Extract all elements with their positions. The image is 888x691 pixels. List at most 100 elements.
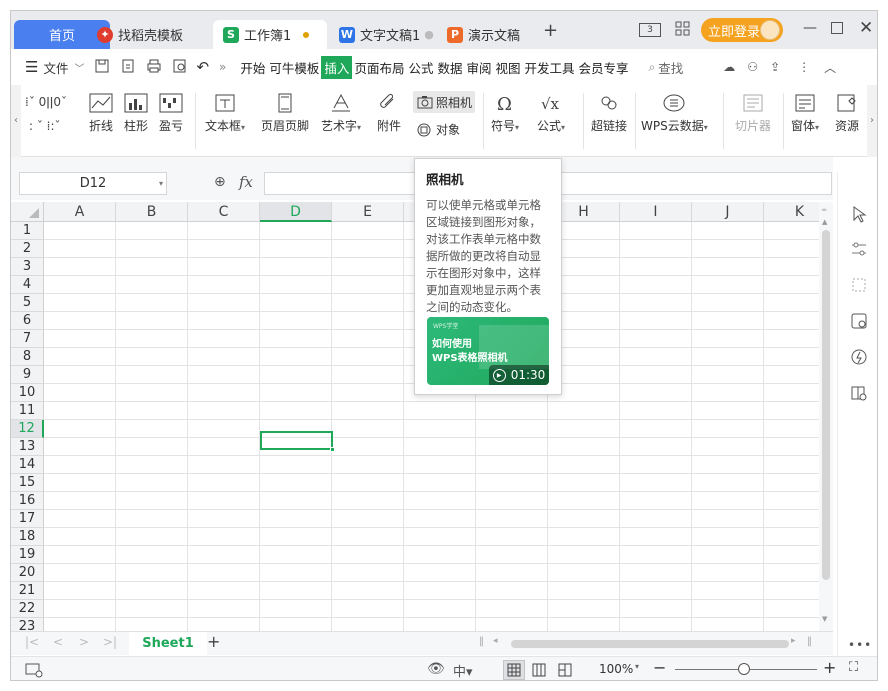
scroll-left-icon[interactable]: ◂	[493, 636, 498, 646]
menu-tab-start[interactable]: 开始	[238, 58, 267, 77]
column-header[interactable]: K	[764, 202, 819, 222]
sparkline-group-icon[interactable]: ⁞ˇ 0ǀǀ0ˇ	[25, 95, 67, 109]
row-header[interactable]: 19	[11, 546, 44, 564]
close-icon[interactable]: ●	[424, 28, 434, 41]
row-header[interactable]: 5	[11, 294, 44, 312]
search-icon[interactable]: ⌕	[649, 60, 656, 75]
vertical-scroll-thumb[interactable]	[822, 230, 830, 580]
vertical-scrollbar[interactable]: ═ ▲ ▼	[819, 202, 833, 631]
first-sheet-icon[interactable]: |<	[25, 635, 39, 649]
print-icon[interactable]	[146, 58, 162, 77]
search-label[interactable]: 查找	[658, 58, 683, 77]
zoom-slider-thumb[interactable]	[738, 663, 750, 675]
add-sheet-button[interactable]: +	[207, 632, 220, 651]
cloud-sync-icon[interactable]: ☁	[723, 60, 735, 74]
row-header[interactable]: 23	[11, 618, 44, 631]
tab-daoke[interactable]: ✦ 找稻壳模板	[87, 20, 211, 49]
column-header[interactable]: D	[260, 202, 332, 222]
smart-tool-icon[interactable]	[850, 348, 868, 366]
row-header[interactable]: 14	[11, 456, 44, 474]
hamburger-icon[interactable]: ☰	[25, 58, 38, 76]
reading-layout-icon[interactable]	[557, 662, 573, 678]
maximize-button[interactable]	[831, 22, 843, 34]
cursor-select-icon[interactable]	[850, 205, 868, 223]
export-pdf-icon[interactable]	[120, 58, 136, 77]
page-break-view-icon[interactable]	[531, 662, 547, 678]
sheet-tab-sheet1[interactable]: Sheet1	[129, 632, 207, 655]
form-button[interactable]: 窗体▾	[791, 93, 819, 134]
more-icon[interactable]: »	[219, 60, 226, 74]
header-footer-button[interactable]: 页眉页脚	[261, 93, 309, 134]
row-header[interactable]: 1	[11, 222, 44, 240]
new-tab-button[interactable]: +	[543, 20, 558, 41]
active-cell-cursor[interactable]	[260, 431, 335, 452]
row-header[interactable]: 12	[11, 420, 44, 438]
camera-button[interactable]: 照相机	[413, 91, 475, 113]
row-header[interactable]: 22	[11, 600, 44, 618]
grid-apps-icon[interactable]	[675, 21, 690, 40]
column-header[interactable]: J	[692, 202, 764, 222]
sparkline-group-icon-2[interactable]: : ˇ ⁞:ˇ	[29, 119, 61, 133]
column-header[interactable]: I	[620, 202, 692, 222]
hscroll-split-handle[interactable]: ‖	[479, 636, 484, 647]
row-header[interactable]: 11	[11, 402, 44, 420]
tab-document[interactable]: W 文字文稿1 ●	[329, 20, 435, 49]
menu-tab-insert[interactable]: 插入	[321, 55, 353, 79]
fill-handle[interactable]	[330, 447, 335, 452]
row-header[interactable]: 13	[11, 438, 44, 456]
hyperlink-button[interactable]: 超链接	[591, 93, 627, 134]
share-icon[interactable]: ⇪	[770, 60, 780, 74]
menu-tab-page-layout[interactable]: 页面布局	[352, 58, 406, 77]
wordart-button[interactable]: 艺术字▾	[321, 93, 361, 134]
name-box[interactable]: D12 ▾	[19, 172, 167, 195]
menu-tab-developer[interactable]: 开发工具	[523, 58, 577, 77]
row-header[interactable]: 7	[11, 330, 44, 348]
row-header[interactable]: 16	[11, 492, 44, 510]
undo-icon[interactable]: ↶	[196, 58, 209, 76]
normal-view-button[interactable]	[503, 660, 525, 680]
input-method-icon[interactable]: 中▾	[453, 661, 473, 680]
row-header[interactable]: 4	[11, 276, 44, 294]
ribbon-scroll-left[interactable]: ‹	[11, 85, 21, 157]
tab-presentation[interactable]: P 演示文稿	[437, 20, 537, 49]
print-preview-icon[interactable]	[172, 58, 188, 77]
zoom-level[interactable]: 100%	[599, 662, 633, 676]
fullscreen-icon[interactable]: ⛶	[849, 660, 858, 675]
menu-tab-data[interactable]: 数据	[435, 58, 464, 77]
column-header[interactable]: C	[188, 202, 260, 222]
login-button[interactable]: 立即登录	[701, 18, 783, 42]
row-header[interactable]: 18	[11, 528, 44, 546]
prev-sheet-icon[interactable]: <	[53, 635, 63, 649]
more-vertical-icon[interactable]: ⋮	[798, 60, 810, 74]
equation-button[interactable]: √x 公式▾	[537, 93, 565, 134]
column-header[interactable]: A	[44, 202, 116, 222]
macro-record-icon[interactable]	[25, 662, 43, 678]
column-header[interactable]: E	[332, 202, 404, 222]
select-all-corner[interactable]	[11, 202, 44, 222]
next-sheet-icon[interactable]: >	[79, 635, 89, 649]
slicer-button[interactable]: 切片器	[735, 93, 771, 134]
scroll-right-icon[interactable]: ▸	[791, 636, 796, 646]
ribbon-scroll-right[interactable]: ›	[867, 85, 877, 157]
screen-icon[interactable]: 3	[639, 23, 661, 37]
attachment-button[interactable]: 附件	[377, 93, 401, 134]
column-sparkline-button[interactable]: 柱形	[124, 93, 148, 134]
row-header[interactable]: 15	[11, 474, 44, 492]
zoom-in-button[interactable]: +	[823, 658, 836, 677]
row-header[interactable]: 8	[11, 348, 44, 366]
menu-tab-view[interactable]: 视图	[494, 58, 523, 77]
row-header[interactable]: 10	[11, 384, 44, 402]
split-handle[interactable]: ═	[822, 206, 826, 214]
symbol-button[interactable]: Ω 符号▾	[491, 93, 519, 134]
tutorial-video-thumbnail[interactable]: WPS学堂 如何使用 WPS表格照相机 ▶ 01:30	[427, 317, 549, 385]
textbox-button[interactable]: 文本框▾	[205, 93, 245, 134]
properties-sliders-icon[interactable]	[850, 240, 868, 258]
scroll-down-icon[interactable]: ▼	[822, 615, 827, 623]
menu-tab-member[interactable]: 会员专享	[577, 58, 631, 77]
chevron-down-icon[interactable]: ▾	[635, 662, 639, 671]
backup-icon[interactable]	[850, 276, 868, 294]
function-icon[interactable]: fx	[239, 173, 253, 191]
hscroll-end-handle[interactable]: ‖	[807, 636, 812, 647]
more-horizontal-icon[interactable]: •••	[848, 638, 872, 652]
close-button[interactable]: ✕	[859, 18, 873, 38]
